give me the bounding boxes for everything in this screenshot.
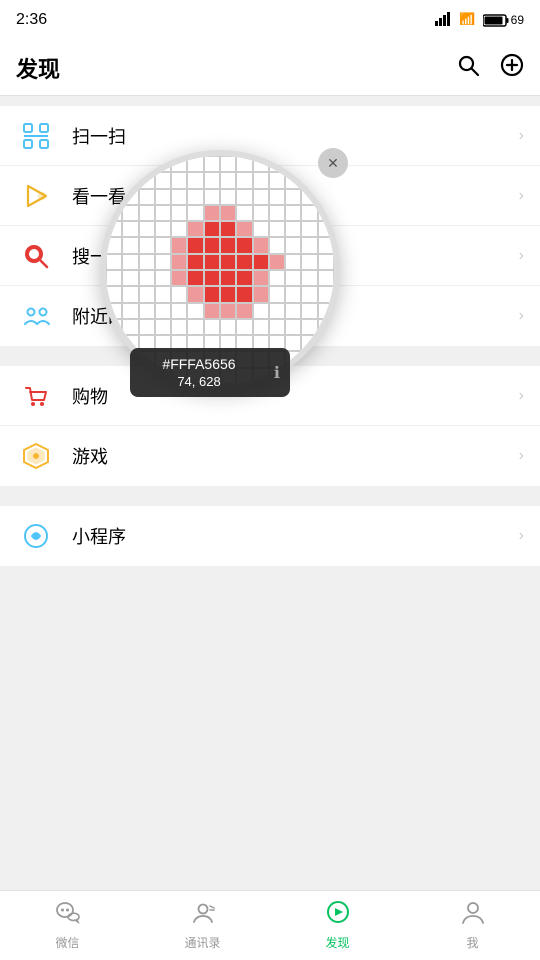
nav-item-contacts[interactable]: 通讯录	[135, 900, 270, 951]
bottom-nav: 微信 通讯录 发现 我	[0, 890, 540, 960]
miniapp-icon-wrap	[16, 516, 56, 556]
info-icon: ℹ	[274, 363, 280, 383]
nav-item-wechat[interactable]: 微信	[0, 900, 135, 951]
close-icon: ✕	[327, 155, 339, 172]
wechat-label: 微信	[55, 934, 79, 951]
miniapp-chevron: ›	[519, 527, 524, 545]
nearby-icon	[22, 302, 50, 330]
menu-item-scan[interactable]: 扫一扫 ›	[0, 106, 540, 166]
nearby-chevron: ›	[519, 307, 524, 325]
game-icon-wrap	[16, 436, 56, 476]
header: 发现	[0, 40, 540, 96]
menu-item-game[interactable]: 游戏 ›	[0, 426, 540, 486]
status-bar: 2:36 📶 69	[0, 0, 540, 40]
me-label: 我	[466, 934, 478, 951]
search-menu-icon	[22, 242, 50, 270]
search-chevron: ›	[519, 247, 524, 265]
color-hex: #FFFA5656	[162, 356, 235, 372]
svg-text:📶: 📶	[459, 12, 475, 25]
contacts-icon	[190, 900, 216, 930]
discover-icon	[325, 900, 351, 930]
header-actions	[456, 53, 524, 83]
menu-item-miniapp[interactable]: 小程序 ›	[0, 506, 540, 566]
add-icon[interactable]	[500, 53, 524, 83]
scan-chevron: ›	[519, 127, 524, 145]
nearby-icon-wrap	[16, 296, 56, 336]
color-tooltip: #FFFA5656 74, 628 ℹ	[130, 348, 290, 397]
contacts-label: 通讯录	[184, 934, 220, 951]
look-icon	[22, 182, 50, 210]
shop-icon	[22, 382, 50, 410]
look-icon-wrap	[16, 176, 56, 216]
status-time: 2:36	[16, 11, 47, 29]
shop-icon-wrap	[16, 376, 56, 416]
battery-icon: 69	[483, 13, 524, 27]
page-title: 发现	[16, 52, 60, 84]
miniapp-label: 小程序	[72, 523, 519, 549]
game-icon	[22, 442, 50, 470]
scan-label: 扫一扫	[72, 123, 519, 149]
miniapp-icon	[22, 522, 50, 550]
section-sep-2	[0, 486, 540, 496]
color-coords: 74, 628	[177, 374, 220, 389]
nav-item-me[interactable]: 我	[405, 900, 540, 951]
me-icon	[460, 900, 486, 930]
wechat-icon	[55, 900, 81, 930]
menu-group-3: 小程序 ›	[0, 506, 540, 566]
search-menu-icon-wrap	[16, 236, 56, 276]
game-chevron: ›	[519, 447, 524, 465]
magnifier-close-button[interactable]: ✕	[318, 148, 348, 178]
nav-item-discover[interactable]: 发现	[270, 900, 405, 951]
discover-label: 发现	[325, 934, 349, 951]
signal-icon	[435, 12, 453, 29]
game-label: 游戏	[72, 443, 519, 469]
look-chevron: ›	[519, 187, 524, 205]
wifi-icon: 📶	[459, 11, 477, 30]
search-icon[interactable]	[456, 53, 480, 83]
status-icons: 📶 69	[435, 11, 524, 30]
scan-icon-wrap	[16, 116, 56, 156]
shop-chevron: ›	[519, 387, 524, 405]
scan-icon	[22, 122, 50, 150]
